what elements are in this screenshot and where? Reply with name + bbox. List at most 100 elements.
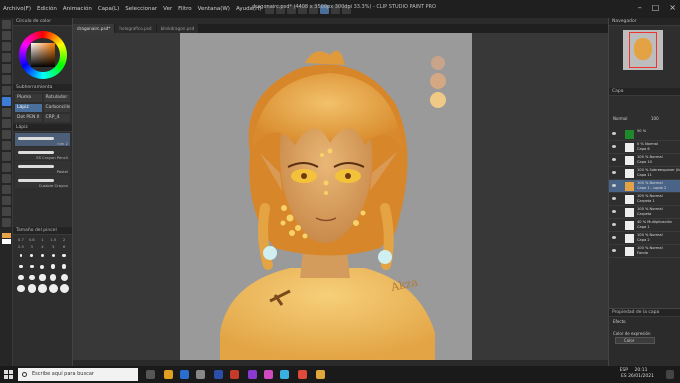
menu-edicion[interactable]: Edición xyxy=(34,6,60,12)
brush-size-option[interactable]: 3 xyxy=(27,244,37,249)
operation-tool-icon[interactable] xyxy=(1,42,11,51)
windows-start-icon[interactable] xyxy=(4,370,13,379)
brush-size-option[interactable] xyxy=(59,284,69,293)
visibility-eye-icon[interactable] xyxy=(612,236,616,239)
navigator-thumbnail[interactable] xyxy=(623,30,663,70)
subtool-lapiz[interactable]: Lápiz xyxy=(15,104,42,112)
app-icon[interactable] xyxy=(280,370,289,379)
brush-size-option[interactable] xyxy=(16,251,26,260)
layer-row[interactable]: 100 % Normal Carpeta xyxy=(609,206,680,219)
expression-color-select[interactable]: Color xyxy=(615,337,655,344)
lasso-tool-icon[interactable] xyxy=(1,75,11,84)
gradient-tool-icon[interactable] xyxy=(1,185,11,194)
visibility-eye-icon[interactable] xyxy=(612,210,616,213)
close-icon[interactable]: × xyxy=(669,3,676,12)
layer-row[interactable]: 0 % Normal Capa 6 xyxy=(609,141,680,154)
file-explorer-icon[interactable] xyxy=(164,370,173,379)
pencil-tool-icon[interactable] xyxy=(1,108,11,117)
saturation-value-square[interactable] xyxy=(31,43,55,67)
brush-size-option[interactable] xyxy=(16,262,26,271)
menu-seleccionar[interactable]: Seleccionar xyxy=(122,6,160,12)
menu-animacion[interactable]: Animación xyxy=(60,6,95,12)
opacity-value[interactable]: 100 xyxy=(651,116,659,121)
task-view-icon[interactable] xyxy=(146,370,155,379)
minimize-icon[interactable]: – xyxy=(638,3,642,12)
subtool-rotulador[interactable]: Rotulador xyxy=(43,94,70,102)
brush-size-option[interactable]: 6 xyxy=(59,244,69,249)
balloon-tool-icon[interactable] xyxy=(1,218,11,227)
brush-size-option[interactable] xyxy=(38,251,48,260)
move-layer-icon[interactable] xyxy=(1,53,11,62)
brush-size-option[interactable] xyxy=(59,273,69,282)
subtool-carboncillo[interactable]: Carboncillo xyxy=(43,104,70,112)
brush-size-option[interactable] xyxy=(48,251,58,260)
brush-size-option[interactable]: 0.7 xyxy=(16,237,26,242)
text-tool-icon[interactable] xyxy=(1,207,11,216)
visibility-eye-icon[interactable] xyxy=(612,197,616,200)
edge-icon[interactable] xyxy=(180,370,189,379)
visibility-eye-icon[interactable] xyxy=(612,184,616,187)
layer-row[interactable]: 100 % Sobreexponer (lin Capa 11 xyxy=(609,167,680,180)
brush-size-option[interactable]: 1.5 xyxy=(48,237,58,242)
app-icon[interactable] xyxy=(214,370,223,379)
brush-size-option[interactable] xyxy=(16,273,26,282)
brush-size-option[interactable] xyxy=(38,262,48,271)
menu-archivo[interactable]: Archivo(F) xyxy=(0,6,34,12)
figure-tool-icon[interactable] xyxy=(1,196,11,205)
spotify-icon[interactable] xyxy=(196,370,205,379)
drawing-canvas[interactable]: Akza xyxy=(180,33,472,360)
navigator-view-frame[interactable] xyxy=(629,32,657,68)
brush-size-option[interactable] xyxy=(38,273,48,282)
brush-size-option[interactable] xyxy=(48,273,58,282)
fill-tool-icon[interactable] xyxy=(1,174,11,183)
eyedropper-tool-icon[interactable] xyxy=(1,86,11,95)
brush-item[interactable]: Pastel xyxy=(15,161,70,174)
eraser-tool-icon[interactable] xyxy=(1,152,11,161)
app-icon[interactable] xyxy=(248,370,257,379)
brush-item[interactable]: nim 2 xyxy=(15,133,70,146)
layer-row[interactable]: 40 % Multiplicación Capa 1 xyxy=(609,219,680,232)
brush-size-option[interactable] xyxy=(27,284,37,293)
zoom-tool-icon[interactable] xyxy=(1,20,11,29)
tab-dragonairc[interactable]: dragonairc.psd* xyxy=(73,24,115,33)
brush-item[interactable]: Custom Crayon xyxy=(15,175,70,188)
visibility-eye-icon[interactable] xyxy=(612,145,616,148)
menu-filtro[interactable]: Filtro xyxy=(175,6,194,12)
visibility-eye-icon[interactable] xyxy=(612,249,616,252)
main-color-swatch[interactable] xyxy=(1,233,11,238)
app-icon[interactable] xyxy=(298,370,307,379)
decoration-tool-icon[interactable] xyxy=(1,141,11,150)
move-tool-icon[interactable] xyxy=(1,31,11,40)
layer-row[interactable]: 50 % xyxy=(609,128,680,141)
visibility-eye-icon[interactable] xyxy=(612,132,616,135)
brush-size-option[interactable] xyxy=(48,262,58,271)
blend-tool-icon[interactable] xyxy=(1,163,11,172)
brush-size-option[interactable] xyxy=(38,284,48,293)
blend-mode-select[interactable]: Normal xyxy=(613,116,627,121)
brush-item[interactable]: SS Crayon Pencil xyxy=(15,147,70,160)
taskbar-search-input[interactable]: Escribe aquí para buscar xyxy=(18,368,138,381)
selection-tool-icon[interactable] xyxy=(1,64,11,73)
menu-capa[interactable]: Capa(L) xyxy=(95,6,122,12)
sub-color-swatch[interactable] xyxy=(1,239,11,244)
subtool-crp[interactable]: CRP_4 xyxy=(43,114,70,122)
brush-size-option[interactable] xyxy=(16,284,26,293)
menu-ver[interactable]: Ver xyxy=(160,6,175,12)
brush-size-option[interactable] xyxy=(27,251,37,260)
layer-row[interactable]: 100 % Normal Fondo xyxy=(609,245,680,258)
brush-size-option[interactable] xyxy=(27,273,37,282)
layer-row[interactable]: 100 % Normal Capa 10 xyxy=(609,154,680,167)
layer-row[interactable]: 100 % Normal Capa 1 - copia 2 xyxy=(609,180,680,193)
brush-size-option[interactable] xyxy=(27,262,37,271)
tab-blinkdragon[interactable]: blinkdragon.psd xyxy=(156,24,199,33)
pen-tool-icon[interactable] xyxy=(1,97,11,106)
brush-size-option[interactable]: 4 xyxy=(38,244,48,249)
brush-tool-icon[interactable] xyxy=(1,119,11,128)
color-wheel[interactable] xyxy=(13,26,72,84)
brush-size-option[interactable]: 2 xyxy=(59,237,69,242)
visibility-eye-icon[interactable] xyxy=(612,223,616,226)
app-icon[interactable] xyxy=(264,370,273,379)
airbrush-tool-icon[interactable] xyxy=(1,130,11,139)
brush-size-option[interactable] xyxy=(59,262,69,271)
clip-studio-taskbar-icon[interactable] xyxy=(316,370,325,379)
